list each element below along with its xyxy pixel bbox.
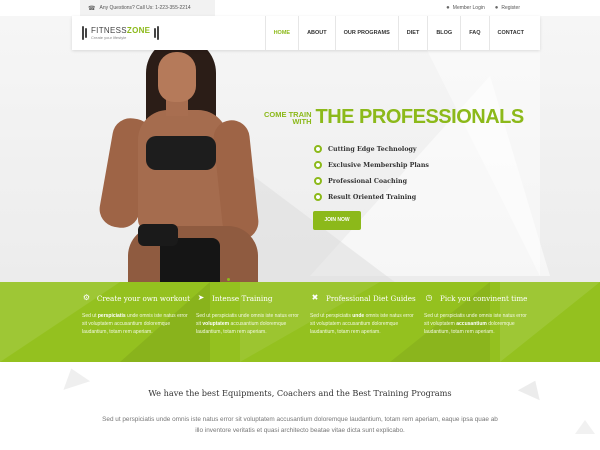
service-column: ➤ Intense Training Sed ut perspiciatis u… [196, 292, 304, 336]
service-text: Sed ut perspiciatis unde omnis iste natu… [196, 313, 299, 335]
gear-icon: ⚙ [82, 293, 90, 302]
service-text: Sed ut perspiciatis unde omnis iste natu… [82, 313, 188, 335]
top-bar: ☎ Any Questions? Call Us: 1-223-355-2214… [0, 0, 600, 16]
site-logo[interactable]: FITNESSZONE Create your lifestyle [82, 25, 160, 41]
lock-icon: ● [446, 5, 450, 11]
circle-bullet-icon [314, 145, 322, 153]
feature-item: Professional Coaching [314, 173, 429, 189]
service-column: ⚙ Create your own workout Sed ut perspic… [82, 292, 190, 336]
contact-text: Any Questions? Call Us: 1-223-355-2214 [99, 5, 191, 11]
contact-info: ☎ Any Questions? Call Us: 1-223-355-2214 [80, 0, 215, 16]
circle-bullet-icon [314, 161, 322, 169]
hero-preheading-line2: WITH [292, 116, 312, 126]
register-link[interactable]: ● Register [495, 5, 520, 11]
member-login-label: Member Login [452, 5, 485, 11]
feature-item: Result Oriented Training [314, 189, 429, 205]
section-text: Sed ut perspiciatis unde omnis iste natu… [102, 416, 498, 434]
join-now-button[interactable]: JOIN NOW [313, 211, 361, 230]
nav-about[interactable]: ABOUT [298, 16, 335, 50]
feature-label: Cutting Edge Technology [328, 145, 417, 153]
service-header: ⚙ Create your own workout [82, 292, 190, 304]
nav-diet[interactable]: DIET [397, 16, 428, 50]
feature-label: Exclusive Membership Plans [328, 161, 429, 169]
main-nav: HOME ABOUT OUR PROGRAMS DIET BLOG FAQ CO… [264, 16, 532, 50]
nav-our-programs[interactable]: OUR PROGRAMS [334, 16, 398, 50]
service-title: Pick you convinent time [440, 293, 528, 303]
section-title: We have the best Equipments, Coachers an… [148, 388, 452, 398]
user-icon: ● [494, 5, 499, 11]
service-column: ✖ Professional Diet Guides Sed ut perspi… [310, 292, 418, 336]
dumbbell-icon [82, 26, 88, 40]
feature-list: Cutting Edge Technology Exclusive Member… [314, 141, 429, 205]
service-title: Create your own workout [96, 293, 190, 303]
dumbbell-icon [153, 26, 160, 40]
logo-text: FITNESSZONE Create your lifestyle [91, 25, 151, 40]
service-header: ◷ Pick you convinent time [424, 292, 532, 304]
phone-icon: ☎ [88, 5, 96, 12]
decorative-shape [575, 420, 595, 434]
rocket-icon: ➤ [197, 293, 205, 302]
member-login-link[interactable]: ● Member Login [446, 5, 485, 11]
services-band: ⚙ Create your own workout Sed ut perspic… [0, 282, 600, 362]
service-text: Sed ut perspiciatis unde omnis iste natu… [310, 313, 414, 335]
nav-contact[interactable]: CONTACT [488, 16, 532, 50]
register-label: Register [501, 5, 520, 11]
cutlery-icon: ✖ [311, 293, 319, 302]
nav-blog[interactable]: BLOG [427, 16, 460, 50]
hero-preheading: COME TRAIN WITH [264, 110, 312, 126]
hero-title: THE PROFESSIONALS [315, 106, 525, 128]
slider-dot[interactable] [227, 278, 230, 281]
service-column: ◷ Pick you convinent time Sed ut perspic… [424, 292, 532, 336]
service-header: ➤ Intense Training [196, 292, 304, 304]
hero-heading: COME TRAIN WITH THE PROFESSIONALS [264, 106, 524, 129]
service-header: ✖ Professional Diet Guides [310, 292, 418, 304]
hero-polygon [420, 36, 540, 276]
circle-bullet-icon [314, 177, 322, 185]
clock-icon: ◷ [425, 293, 433, 302]
logo-tagline: Create your lifestyle [91, 34, 127, 40]
service-title: Professional Diet Guides [326, 293, 416, 303]
nav-faq[interactable]: FAQ [460, 16, 488, 50]
logo-name-part2: ZONE [126, 25, 151, 35]
hero-section [0, 16, 600, 282]
account-links: ● Member Login ● Register [436, 0, 520, 16]
logo-name-part1: FITNESS [91, 25, 127, 35]
service-text: Sed ut perspiciatis unde omnis iste natu… [424, 313, 527, 335]
feature-item: Cutting Edge Technology [314, 141, 429, 157]
hero-athlete-image [96, 38, 268, 282]
feature-label: Result Oriented Training [328, 193, 417, 201]
intro-section: We have the best Equipments, Coachers an… [0, 362, 600, 450]
logo-name: FITNESSZONE [91, 25, 151, 35]
feature-label: Professional Coaching [328, 177, 407, 185]
service-title: Intense Training [212, 293, 273, 303]
decorative-shape [57, 364, 91, 390]
nav-home[interactable]: HOME [264, 16, 299, 50]
site-header: FITNESSZONE Create your lifestyle HOME A… [72, 16, 540, 50]
circle-bullet-icon [314, 193, 322, 201]
feature-item: Exclusive Membership Plans [314, 157, 429, 173]
